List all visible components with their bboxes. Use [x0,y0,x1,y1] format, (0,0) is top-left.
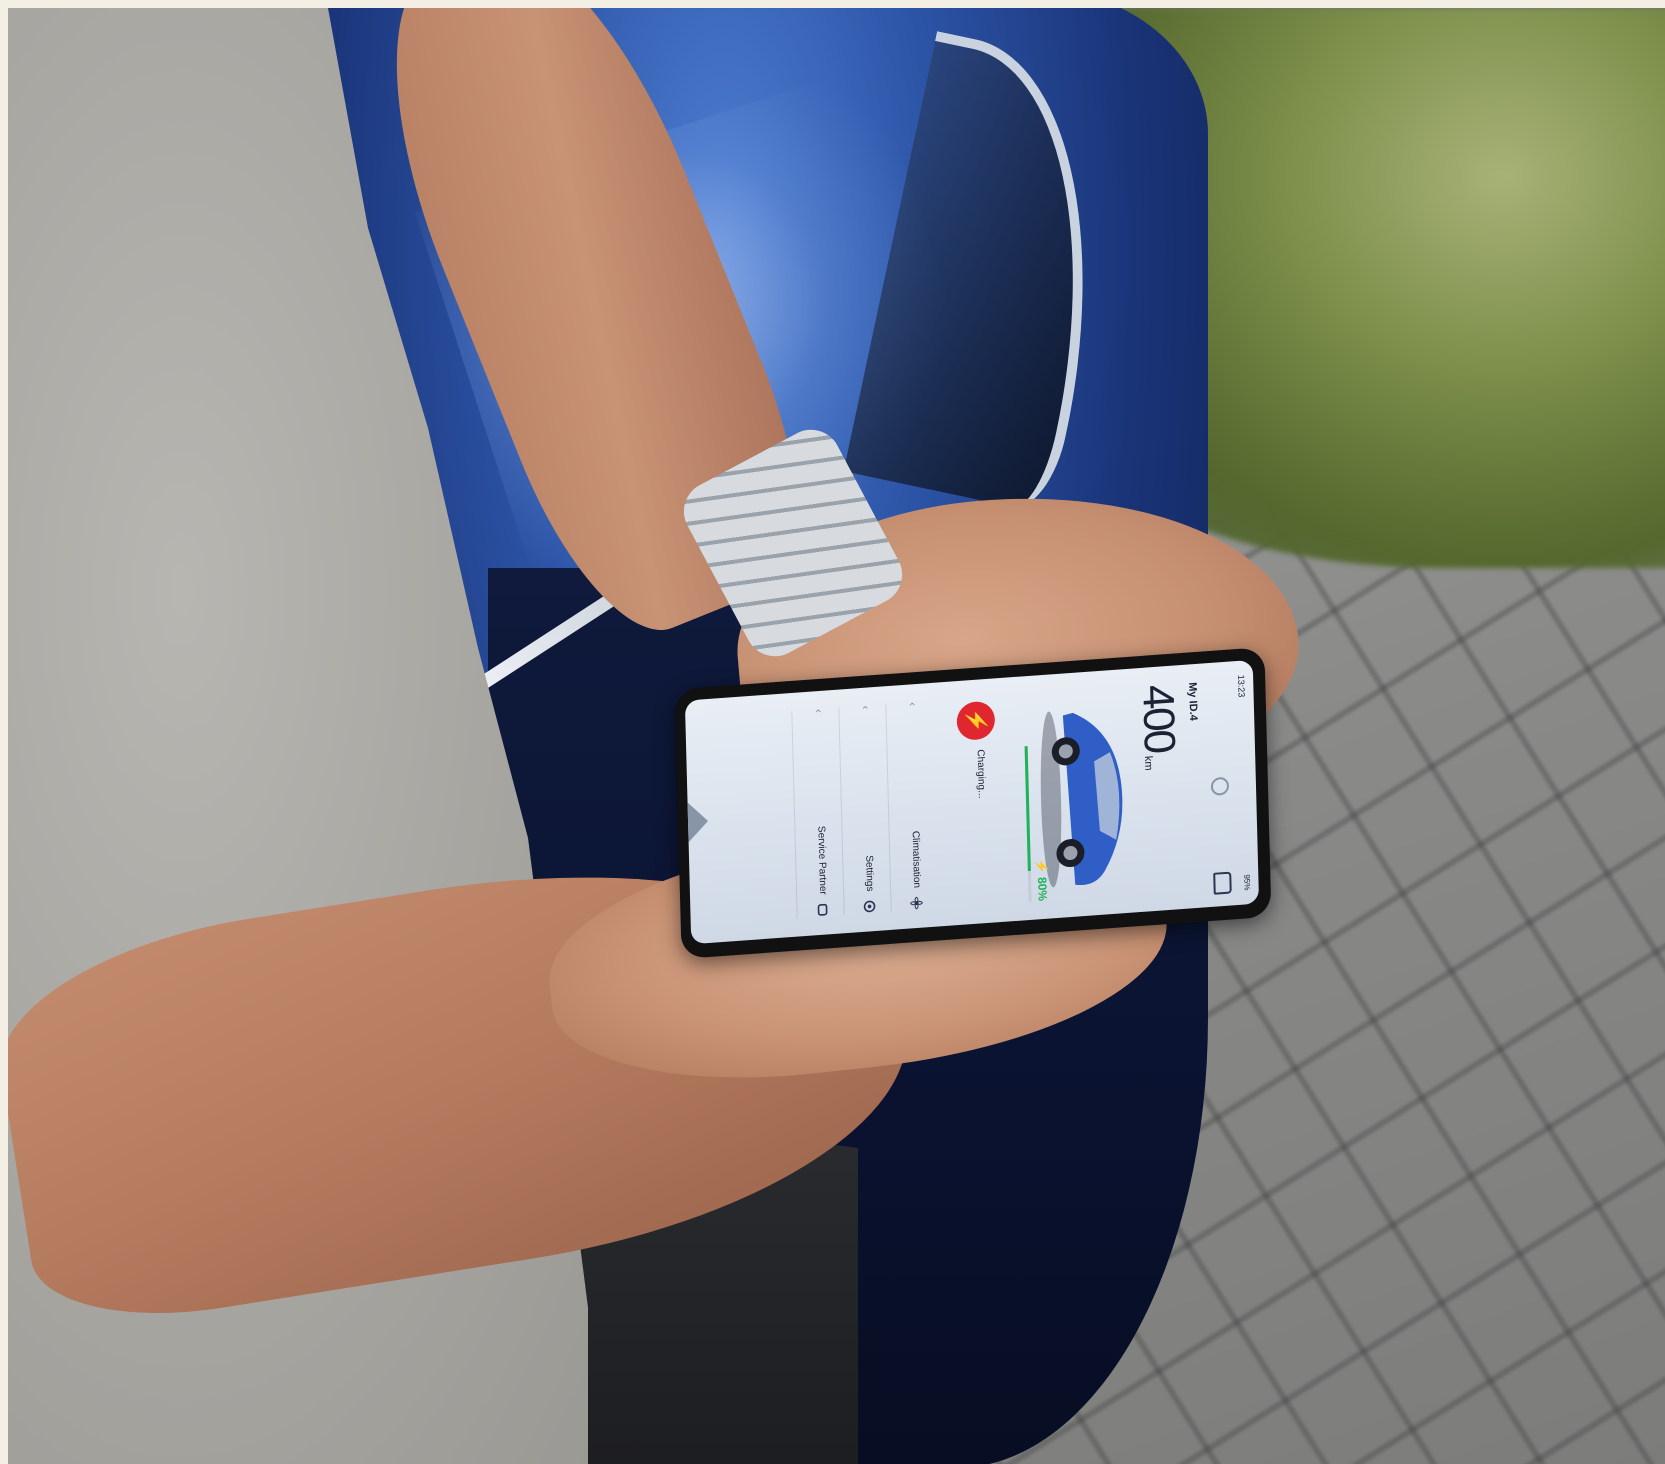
home-icon[interactable] [684,716,726,939]
charge-button[interactable]: ⚡ [956,700,996,742]
charge-progress-bar [1024,746,1032,903]
vehicle-name: My ID.4 [1186,681,1200,722]
car-icon[interactable] [1213,871,1232,895]
battery-status: 95% [1242,874,1252,891]
lightning-icon: ⚡ [964,707,988,734]
chevron-icon: ‹ [859,705,872,710]
service-icon [817,903,828,916]
fan-icon [910,896,923,910]
chevron-icon: ‹ [906,701,919,707]
phone-screen: 13:23 95% My ID.4 400km ⚡ 80% ⚡ Charging… [684,659,1260,945]
gear-icon [863,900,876,913]
status-bar: 13:23 95% [1232,674,1252,891]
charge-percent-value: 80% [1035,876,1050,902]
charging-status: Charging... [974,749,987,799]
menu-item-climatisation[interactable]: Climatisation ‹ [885,700,938,912]
menu-item-label: Climatisation [909,830,923,889]
menu-item-label: Service Partner [815,825,829,896]
top-nav [1204,674,1232,895]
app-ui: 13:23 95% My ID.4 400km ⚡ 80% ⚡ Charging… [684,660,1258,944]
profile-icon[interactable] [1210,776,1230,796]
chevron-icon: ‹ [812,708,825,714]
charge-progress-fill [1024,746,1031,871]
menu-item-settings[interactable]: Settings ‹ [838,704,891,916]
status-time: 13:23 [1236,674,1247,698]
smartphone: 13:23 95% My ID.4 400km ⚡ 80% ⚡ Charging… [674,647,1272,959]
feature-menu: Climatisation ‹ Settings ‹ Service Partn… [791,700,938,919]
menu-item-label: Settings [863,854,876,892]
vehicle-image [1040,711,1123,888]
bottom-nav [684,716,725,925]
photo-scene: 13:23 95% My ID.4 400km ⚡ 80% ⚡ Charging… [8,8,1665,1464]
charge-percent: ⚡ 80% [1034,858,1050,902]
menu-item-service-partner[interactable]: Service Partner ‹ [791,707,844,919]
